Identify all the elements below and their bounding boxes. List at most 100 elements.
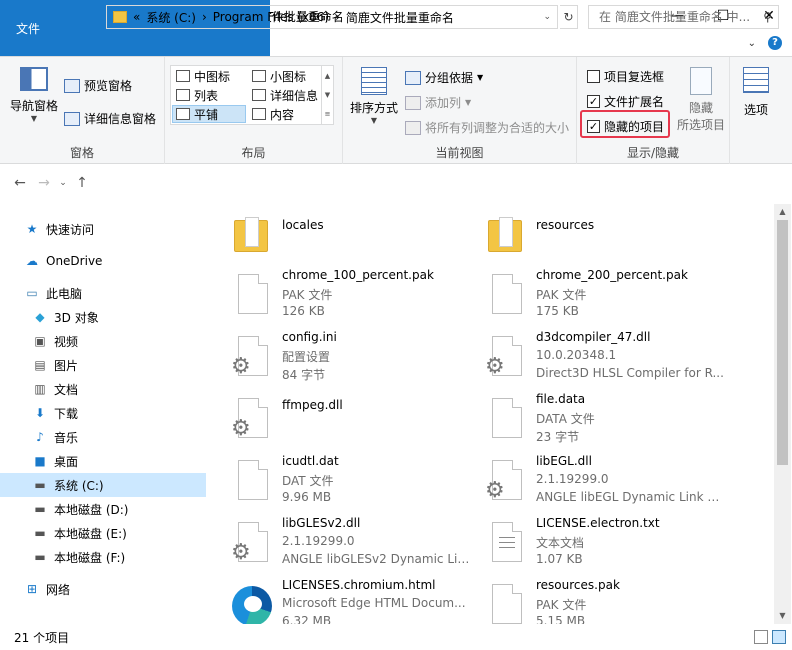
item-checkboxes-toggle[interactable]: 项目复选框 (587, 68, 664, 85)
file-item-libglesv2-dll[interactable]: ⚙ libGLESv2.dll 2.1.19299.0 ANGLE libGLE… (210, 512, 480, 568)
picture-icon: ▤ (34, 358, 46, 372)
details-pane-button[interactable]: 详细信息窗格 (64, 110, 156, 127)
sort-by-button[interactable]: 排序方式 ▼ (349, 67, 399, 125)
layout-list[interactable]: 列表 (173, 86, 245, 104)
chevron-up-icon[interactable]: ▲ (325, 72, 330, 80)
nav-music[interactable]: ♪ 音乐 (0, 426, 206, 448)
item-checkboxes-checkbox[interactable] (587, 70, 600, 83)
file-item-icudtl-dat[interactable]: icudtl.dat DAT 文件 9.96 MB (210, 450, 480, 506)
file-extensions-checkbox[interactable]: ✓ (587, 95, 600, 108)
breadcrumb-program-files[interactable]: Program Files (x86) (213, 10, 329, 24)
file-icon (228, 458, 268, 504)
file-item-license-electron-txt[interactable]: LICENSE.electron.txt 文本文档 1.07 KB (464, 512, 734, 568)
medium-icons-icon (176, 70, 190, 82)
breadcrumb-current-folder[interactable]: 简鹿文件批量重命名 (346, 9, 454, 26)
up-arrow-icon[interactable]: ↑ (70, 175, 94, 191)
file-item-d3dcompiler-dll[interactable]: ⚙ d3dcompiler_47.dll 10.0.20348.1 Direct… (464, 326, 734, 382)
file-item-chrome-200-pak[interactable]: chrome_200_percent.pak PAK 文件 175 KB (464, 264, 734, 320)
file-extensions-toggle[interactable]: ✓ 文件扩展名 (587, 93, 664, 110)
layout-scroll[interactable]: ▲ ▼ ≡ (321, 66, 333, 124)
file-icon (482, 272, 522, 318)
document-icon: ▥ (34, 382, 46, 396)
breadcrumb-overflow[interactable]: « (133, 10, 140, 24)
layout-gallery: 中图标 小图标 列表 详细信息 平铺 内容 ▲ ▼ ≡ (170, 65, 334, 125)
cube-icon: ◆ (35, 310, 45, 324)
forward-arrow-icon[interactable]: → (32, 175, 56, 191)
file-item-libegl-dll[interactable]: ⚙ libEGL.dll 2.1.19299.0 ANGLE libEGL Dy… (464, 450, 734, 506)
add-columns-label: 添加列 (425, 96, 462, 110)
layout-small-icons[interactable]: 小图标 (249, 67, 321, 85)
scroll-thumb[interactable] (777, 220, 788, 465)
refresh-icon[interactable]: ↻ (560, 5, 578, 29)
drive-icon: ▬ (34, 478, 46, 492)
chevron-down-icon[interactable]: ▼ (325, 91, 330, 99)
nav-videos[interactable]: ▣ 视频 (0, 330, 206, 352)
nav-system-c[interactable]: ▬ 系统 (C:) (0, 473, 206, 497)
address-dropdown-icon[interactable]: ⌄ (543, 12, 551, 22)
file-item-locales[interactable]: locales (210, 206, 480, 262)
chevron-down-icon[interactable]: ⌄ (748, 38, 756, 49)
add-columns-button[interactable]: 添加列 ▼ (405, 94, 471, 111)
file-icon (228, 272, 268, 318)
layout-details[interactable]: 详细信息 (249, 86, 321, 104)
file-item-config-ini[interactable]: ⚙ config.ini 配置设置 84 字节 (210, 326, 480, 382)
edge-icon (228, 582, 272, 624)
video-icon: ▣ (34, 334, 46, 348)
nav-network[interactable]: ⊞ 网络 (0, 578, 206, 600)
scroll-up-icon[interactable]: ▲ (774, 204, 791, 220)
search-icon[interactable]: ⚲ (763, 6, 772, 28)
fit-columns-icon (405, 120, 421, 135)
details-view-icon[interactable] (754, 630, 768, 644)
music-icon: ♪ (36, 430, 44, 444)
file-item-ffmpeg-dll[interactable]: ⚙ ffmpeg.dll (210, 388, 480, 444)
nav-local-disk-d[interactable]: ▬ 本地磁盘 (D:) (0, 498, 206, 520)
nav-this-pc[interactable]: ▭ 此电脑 (0, 282, 206, 304)
hide-selected-button[interactable]: 隐藏 所选项目 (673, 67, 729, 133)
layout-tiles[interactable]: 平铺 (172, 105, 246, 123)
help-icon[interactable]: ? (768, 36, 782, 50)
nav-onedrive[interactable]: ☁ OneDrive (0, 250, 206, 272)
drive-icon: ▬ (34, 526, 46, 540)
ribbon-tabs: 文件 主页 共享 查看 ⌄ ? (0, 0, 792, 56)
nav-quick-access[interactable]: ★ 快速访问 (0, 218, 206, 240)
fit-columns-button[interactable]: 将所有列调整为合适的大小 (405, 119, 569, 136)
preview-pane-button[interactable]: 预览窗格 (64, 77, 132, 94)
file-list: locales resources chrome_100_percent.pak… (210, 204, 774, 624)
group-by-button[interactable]: 分组依据 ▼ (405, 69, 483, 86)
address-bar[interactable]: « 系统 (C:) › Program Files (x86) › 简鹿文件批量… (106, 5, 558, 29)
computer-icon: ▭ (26, 286, 38, 300)
file-extensions-label: 文件扩展名 (604, 95, 665, 109)
nav-documents[interactable]: ▥ 文档 (0, 378, 206, 400)
nav-3d-objects[interactable]: ◆ 3D 对象 (0, 306, 206, 328)
large-icons-view-icon[interactable] (772, 630, 786, 644)
vertical-scrollbar[interactable]: ▲ ▼ (774, 204, 791, 624)
search-box[interactable]: 在 简鹿文件批量重命名 中... ⚲ (588, 5, 779, 29)
item-checkboxes-label: 项目复选框 (604, 70, 665, 84)
star-icon: ★ (26, 222, 38, 236)
nav-local-disk-f[interactable]: ▬ 本地磁盘 (F:) (0, 546, 206, 568)
expand-icon[interactable]: ≡ (325, 110, 331, 118)
breadcrumb-system-c[interactable]: 系统 (C:) (146, 9, 196, 26)
nav-downloads[interactable]: ⬇ 下载 (0, 402, 206, 424)
file-icon (482, 396, 522, 442)
options-button[interactable]: 选项 (734, 67, 778, 118)
nav-local-disk-e[interactable]: ▬ 本地磁盘 (E:) (0, 522, 206, 544)
nav-desktop[interactable]: ■ 桌面 (0, 450, 206, 472)
scroll-down-icon[interactable]: ▼ (774, 608, 791, 624)
file-item-file-data[interactable]: file.data DATA 文件 23 字节 (464, 388, 734, 444)
nav-pictures[interactable]: ▤ 图片 (0, 354, 206, 376)
file-item-resources-folder[interactable]: resources (464, 206, 734, 262)
nav-pane-button[interactable]: 导航窗格 ▼ (6, 67, 62, 123)
search-placeholder: 在 简鹿文件批量重命名 中... (599, 10, 751, 24)
file-item-chrome-100-pak[interactable]: chrome_100_percent.pak PAK 文件 126 KB (210, 264, 480, 320)
file-item-licenses-chromium-html[interactable]: LICENSES.chromium.html Microsoft Edge HT… (210, 574, 480, 624)
details-icon (252, 89, 266, 101)
sort-by-label: 排序方式 (349, 101, 398, 115)
layout-medium-icons[interactable]: 中图标 (173, 67, 245, 85)
file-item-resources-pak[interactable]: resources.pak PAK 文件 5.15 MB (464, 574, 734, 624)
pane-group-label: 窗格 (69, 146, 94, 160)
recent-locations-chevron-icon[interactable]: ⌄ (56, 178, 70, 188)
back-arrow-icon[interactable]: ← (8, 175, 32, 191)
network-icon: ⊞ (26, 582, 38, 596)
layout-content[interactable]: 内容 (249, 105, 321, 123)
